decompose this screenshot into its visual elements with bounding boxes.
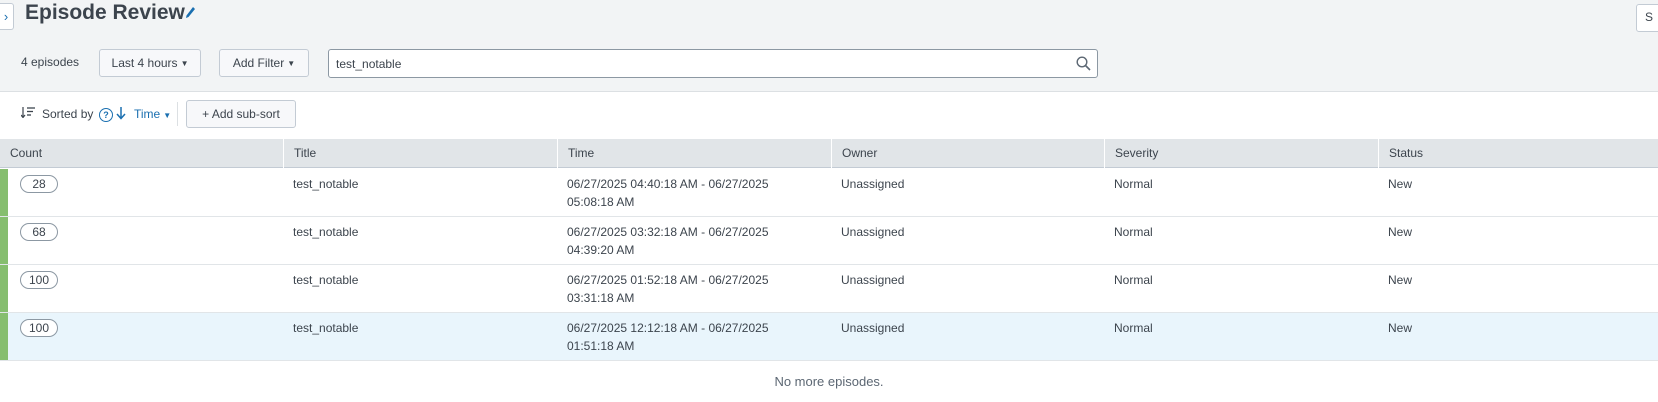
episode-status: New: [1388, 225, 1413, 239]
episode-title: test_notable: [293, 273, 359, 287]
column-header-title[interactable]: Title: [283, 139, 557, 168]
sorted-by-label: Sorted by: [42, 107, 94, 121]
episode-time: 06/27/2025 03:32:18 AM - 06/27/2025 04:3…: [567, 225, 769, 257]
time-range-picker[interactable]: Last 4 hours ▼: [99, 49, 201, 77]
page-header: › Episode Review S 4 episodes Last 4 hou…: [0, 0, 1658, 92]
add-filter-label: Add Filter: [232, 56, 285, 70]
episode-title: test_notable: [293, 177, 359, 191]
time-range-label: Last 4 hours: [111, 56, 178, 70]
table-row[interactable]: 100 test_notable 06/27/2025 01:52:18 AM …: [0, 265, 1658, 313]
count-badge: 68: [20, 223, 58, 241]
episode-status: New: [1388, 177, 1413, 191]
table-header: Count Title Time Owner Severity Status: [0, 139, 1658, 168]
episode-status: New: [1388, 273, 1413, 287]
severity-indicator: [0, 217, 8, 264]
column-header-count[interactable]: Count: [0, 139, 283, 168]
episode-time: 06/27/2025 12:12:18 AM - 06/27/2025 01:5…: [567, 321, 769, 353]
pencil-icon[interactable]: [185, 6, 196, 20]
sort-field-label: Time: [134, 107, 161, 121]
episode-time: 06/27/2025 01:52:18 AM - 06/27/2025 03:3…: [567, 273, 769, 305]
column-header-severity[interactable]: Severity: [1104, 139, 1378, 168]
episode-time: 06/27/2025 04:40:18 AM - 06/27/2025 05:0…: [567, 177, 769, 209]
chevron-right-icon: ›: [3, 9, 9, 24]
column-header-owner[interactable]: Owner: [831, 139, 1104, 168]
episode-title: test_notable: [293, 225, 359, 239]
search-icon[interactable]: [1076, 56, 1091, 71]
episode-owner: Unassigned: [841, 225, 905, 239]
table-row[interactable]: 68 test_notable 06/27/2025 03:32:18 AM -…: [0, 217, 1658, 265]
severity-indicator: [0, 169, 8, 216]
episode-count: 4 episodes: [21, 55, 80, 69]
table-row-selected[interactable]: 100 test_notable 06/27/2025 12:12:18 AM …: [0, 313, 1658, 361]
column-header-time[interactable]: Time: [557, 139, 831, 168]
episode-status: New: [1388, 321, 1413, 335]
page-title: Episode Review: [25, 1, 185, 24]
episode-owner: Unassigned: [841, 177, 905, 191]
help-icon[interactable]: ?: [99, 108, 113, 122]
column-header-status[interactable]: Status: [1378, 139, 1652, 168]
caret-down-icon: ▼: [180, 58, 189, 68]
count-badge: 28: [20, 175, 58, 193]
add-sub-sort-button[interactable]: + Add sub-sort: [186, 100, 296, 128]
count-badge: 100: [20, 271, 58, 289]
episode-title: test_notable: [293, 321, 359, 335]
sort-field-dropdown[interactable]: Time ▼: [134, 107, 171, 121]
episode-severity: Normal: [1114, 273, 1153, 287]
corner-button[interactable]: S: [1636, 4, 1658, 32]
episode-severity: Normal: [1114, 177, 1153, 191]
add-filter-button[interactable]: Add Filter ▼: [219, 49, 309, 77]
caret-down-icon: ▼: [287, 58, 296, 68]
search-input[interactable]: [336, 50, 1056, 77]
severity-indicator: [0, 313, 8, 360]
caret-down-icon: ▼: [163, 111, 172, 120]
search-box: [328, 49, 1098, 78]
episode-severity: Normal: [1114, 225, 1153, 239]
episode-owner: Unassigned: [841, 273, 905, 287]
table-row[interactable]: 28 test_notable 06/27/2025 04:40:18 AM -…: [0, 169, 1658, 217]
episode-owner: Unassigned: [841, 321, 905, 335]
count-badge: 100: [20, 319, 58, 337]
severity-indicator: [0, 265, 8, 312]
divider: [177, 102, 178, 126]
sidebar-toggle-button[interactable]: ›: [0, 3, 14, 30]
no-more-episodes-text: No more episodes.: [774, 374, 884, 389]
arrow-down-icon[interactable]: [116, 106, 126, 120]
sort-list-icon: [21, 107, 35, 118]
episode-severity: Normal: [1114, 321, 1153, 335]
